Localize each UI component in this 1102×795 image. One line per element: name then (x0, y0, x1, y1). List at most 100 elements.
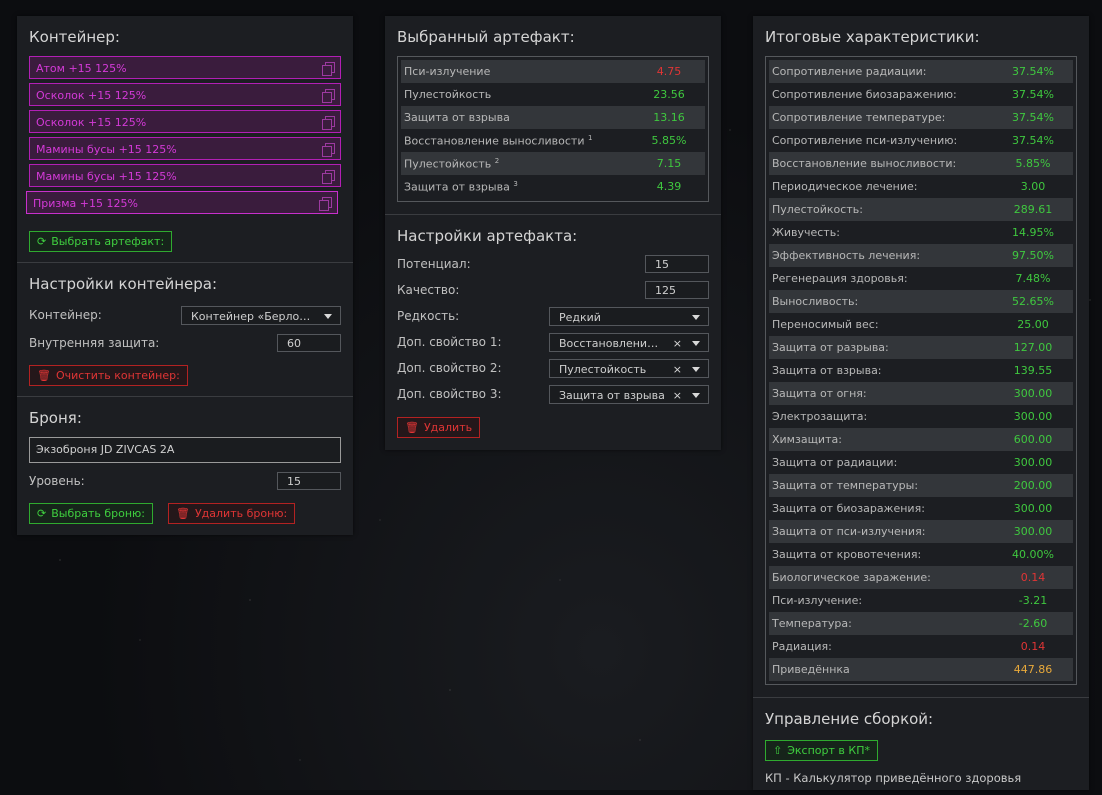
refresh-icon: ⟳ (37, 235, 47, 248)
total-stat-value: -2.60 (1018, 617, 1048, 630)
artifact-stat-row: Пулестойкость 23.56 (401, 83, 705, 106)
export-button[interactable]: ⇧ Экспорт в КП* (765, 740, 878, 761)
total-stat-value: 300.00 (1013, 387, 1053, 400)
rarity-select[interactable]: Редкий (549, 306, 709, 326)
extra3-select[interactable]: Защита от взрыва × (549, 384, 709, 404)
total-stat-name: Выносливость: (772, 295, 859, 308)
container-item[interactable]: Призма +15 125% (26, 191, 338, 214)
manage-section: Управление сборкой: ⇧ Экспорт в КП* КП -… (753, 697, 1089, 795)
clear-container-button[interactable]: 🗑 Очистить контейнер: (29, 365, 188, 386)
container-select[interactable]: Контейнер «Берлога... (181, 305, 341, 325)
total-stat-name: Приведённка (772, 663, 850, 676)
copy-icon[interactable] (319, 196, 332, 211)
level-input[interactable]: 15 (277, 472, 341, 490)
extra1-select[interactable]: Восстановление в... × (549, 332, 709, 352)
extra1-label: Доп. свойство 1: (397, 335, 502, 349)
copy-icon[interactable] (322, 169, 335, 184)
selected-artifact-section: Выбранный артефакт: Пси-излучение 4.75 Пул… (385, 16, 721, 214)
total-stat-row: Защита от радиации: 300.00 (769, 451, 1073, 474)
inner-protection-input[interactable]: 60 (277, 334, 341, 352)
total-stat-name: Пулестойкость: (772, 203, 863, 216)
artifact-stat-name-text: Защита от взрыва (404, 180, 510, 194)
total-stat-name: Защита от взрыва: (772, 364, 882, 377)
totals-stats-table: Сопротивление радиации: 37.54% Сопротивлен… (765, 56, 1077, 685)
total-stat-row: Радиация: 0.14 (769, 635, 1073, 658)
artifact-stats-table: Пси-излучение 4.75 Пулестойкость 23.56 Защит… (397, 56, 709, 202)
refresh-icon: ⟳ (37, 507, 47, 520)
container-item[interactable]: Осколок +15 125% (29, 83, 341, 106)
choose-artifact-button[interactable]: ⟳ Выбрать артефакт: (29, 231, 173, 252)
artifact-stat-value: 23.56 (653, 88, 685, 101)
chevron-down-icon (692, 366, 700, 372)
container-item-label: Осколок +15 125% (36, 116, 147, 129)
delete-armor-label: Удалить броню: (194, 507, 288, 520)
armor-input[interactable]: Экзоброня JD ZIVCAS 2A (29, 437, 341, 463)
chevron-down-icon (692, 392, 700, 398)
artifact-settings-title: Настройки артефакта: (397, 227, 578, 245)
total-stat-value: 37.54% (1012, 88, 1054, 101)
total-stat-name: Защита от температуры: (772, 479, 919, 492)
total-stat-value: -3.21 (1018, 594, 1048, 607)
chevron-down-icon (324, 313, 332, 319)
total-stat-row: Периодическое лечение: 3.00 (769, 175, 1073, 198)
total-stat-name: Защита от радиации: (772, 456, 898, 469)
copy-icon[interactable] (322, 115, 335, 130)
copy-icon[interactable] (322, 142, 335, 157)
total-stat-name: Защита от биозаражения: (772, 502, 925, 515)
total-stat-row: Эффективность лечения: 97.50% (769, 244, 1073, 267)
total-stat-row: Защита от огня: 300.00 (769, 382, 1073, 405)
copy-icon[interactable] (322, 88, 335, 103)
container-item-label: Призма +15 125% (33, 197, 138, 210)
extra2-select[interactable]: Пулестойкость × (549, 358, 709, 378)
container-section: Контейнер: Атом +15 125% Осколок +15 125%… (17, 16, 353, 262)
total-stat-row: Регенерация здоровья: 7.48% (769, 267, 1073, 290)
total-stat-value: 200.00 (1013, 479, 1053, 492)
container-item-label: Осколок +15 125% (36, 89, 147, 102)
clear-icon[interactable]: × (673, 360, 682, 377)
total-stat-value: 300.00 (1013, 502, 1053, 515)
container-item[interactable]: Осколок +15 125% (29, 110, 341, 133)
choose-armor-button[interactable]: ⟳ Выбрать броню: (29, 503, 153, 524)
rarity-label: Редкость: (397, 309, 460, 323)
total-stat-value: 5.85% (1015, 157, 1051, 170)
choose-armor-label: Выбрать броню: (51, 507, 145, 520)
total-stat-value: 447.86 (1013, 663, 1053, 676)
total-stat-name: Периодическое лечение: (772, 180, 918, 193)
total-stat-row: Защита от взрыва: 139.55 (769, 359, 1073, 382)
delete-artifact-button[interactable]: 🗑 Удалить (397, 417, 481, 438)
total-stat-row: Восстановление выносливости: 5.85% (769, 152, 1073, 175)
total-stat-value: 300.00 (1013, 410, 1053, 423)
quality-input[interactable]: 125 (645, 281, 709, 299)
manage-title: Управление сборкой: (765, 710, 934, 728)
clear-container-label: Очистить контейнер: (55, 369, 180, 382)
total-stat-value: 37.54% (1012, 111, 1054, 124)
total-stat-row: Химзащита: 600.00 (769, 428, 1073, 451)
total-stat-name: Химзащита: (772, 433, 842, 446)
total-stat-name: Сопротивление биозаражению: (772, 88, 957, 101)
trash-icon: 🗑 (37, 369, 51, 382)
container-items: Атом +15 125% Осколок +15 125% Осколок +15… (26, 56, 341, 214)
clear-icon[interactable]: × (673, 334, 682, 351)
artifact-title: Выбранный артефакт: (397, 28, 575, 46)
total-stat-name: Переносимый вес: (772, 318, 879, 331)
total-stat-value: 97.50% (1012, 249, 1054, 262)
container-item[interactable]: Мамины бусы +15 125% (29, 164, 341, 187)
container-item[interactable]: Атом +15 125% (29, 56, 341, 79)
choose-artifact-label: Выбрать артефакт: (51, 235, 165, 248)
potential-input[interactable]: 15 (645, 255, 709, 273)
delete-armor-button[interactable]: 🗑 Удалить броню: (168, 503, 296, 524)
total-stat-value: 0.14 (1020, 571, 1046, 584)
total-stat-name: Защита от пси-излучения: (772, 525, 926, 538)
artifact-stat-footnote: 3 (513, 179, 518, 188)
total-stat-name: Живучесть: (772, 226, 840, 239)
artifact-stat-footnote: 2 (494, 156, 500, 165)
artifact-stat-row: Пси-излучение 4.75 (401, 60, 705, 83)
quality-label: Качество: (397, 283, 460, 297)
armor-section: Броня: Экзоброня JD ZIVCAS 2A Уровень: 1… (17, 396, 353, 534)
total-stat-value: 40.00% (1012, 548, 1054, 561)
container-item[interactable]: Мамины бусы +15 125% (29, 137, 341, 160)
copy-icon[interactable] (322, 61, 335, 76)
container-panel: Контейнер: Атом +15 125% Осколок +15 125%… (17, 16, 353, 535)
clear-icon[interactable]: × (673, 386, 682, 403)
artifact-stat-name-text: Пулестойкость (404, 157, 492, 171)
